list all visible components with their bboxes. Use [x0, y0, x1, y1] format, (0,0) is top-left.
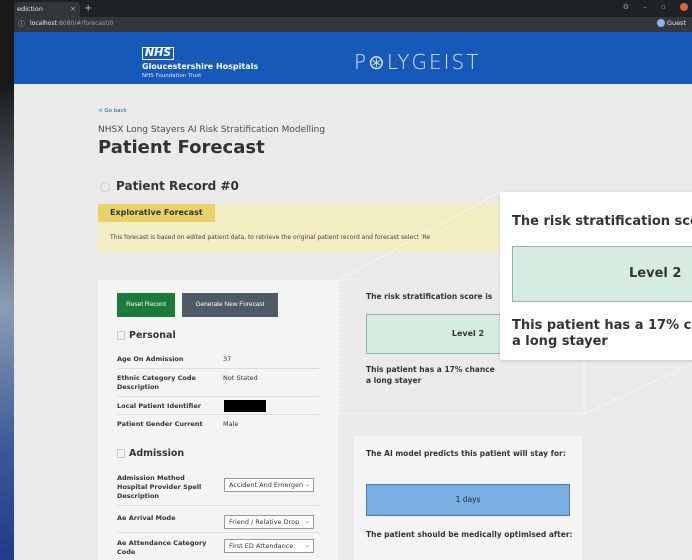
tab-title: ediction [17, 5, 43, 13]
org-subtitle: NHS Foundation Trust [142, 73, 202, 79]
profile-button[interactable]: Guest [656, 19, 686, 27]
tab-bar: ediction × + ⚙ – ▫ [14, 0, 692, 17]
browser-tab[interactable]: ediction × [14, 2, 80, 17]
guest-label: Guest [666, 19, 686, 27]
window-close-icon[interactable] [680, 3, 688, 11]
address-bar[interactable]: ⓘ localhost:8080/#/forecast/0 Guest [14, 17, 692, 32]
url-text[interactable]: localhost:8080/#/forecast/0 [30, 20, 113, 27]
close-tab-icon[interactable]: × [70, 2, 76, 17]
zoom-risk-text: The risk stratification score is [512, 214, 692, 229]
site-header: NHS Gloucestershire Hospitals NHS Founda… [14, 32, 692, 84]
org-name: Gloucestershire Hospitals [142, 62, 259, 71]
zoom-chance-line-1: This patient has a 17% chanc [512, 318, 692, 333]
window-controls[interactable]: ⚙ – ▫ [623, 3, 688, 11]
product-logo: P⊛LYGEIST [354, 50, 481, 74]
url-path: :8080/#/forecast/0 [56, 20, 114, 27]
url-host: localhost [30, 20, 57, 27]
zoom-level-text: Level 2 [629, 266, 682, 281]
browser-window: ediction × + ⚙ – ▫ ⓘ localhost:8080/#/fo… [14, 0, 692, 560]
new-tab-icon[interactable]: + [84, 2, 92, 15]
zoom-magnifier: The risk stratification score is Level 2… [500, 192, 692, 360]
nhs-logo: NHS [142, 47, 174, 60]
page-content: < Go back NHSX Long Stayers AI Risk Stra… [14, 84, 692, 560]
zoom-connector-bottom [583, 363, 692, 415]
zoom-connector-top [338, 191, 501, 281]
guest-avatar-icon [656, 19, 665, 27]
zoom-level-box: Level 2 [512, 246, 692, 302]
info-icon[interactable]: ⓘ [18, 19, 25, 29]
zoom-chance-line-2: a long stayer [512, 334, 608, 349]
zoom-chance-text: This patient has a 17% chanc a long stay… [512, 318, 692, 350]
desktop-background [0, 0, 14, 560]
window-controls-icons[interactable]: ⚙ – ▫ [623, 3, 672, 11]
